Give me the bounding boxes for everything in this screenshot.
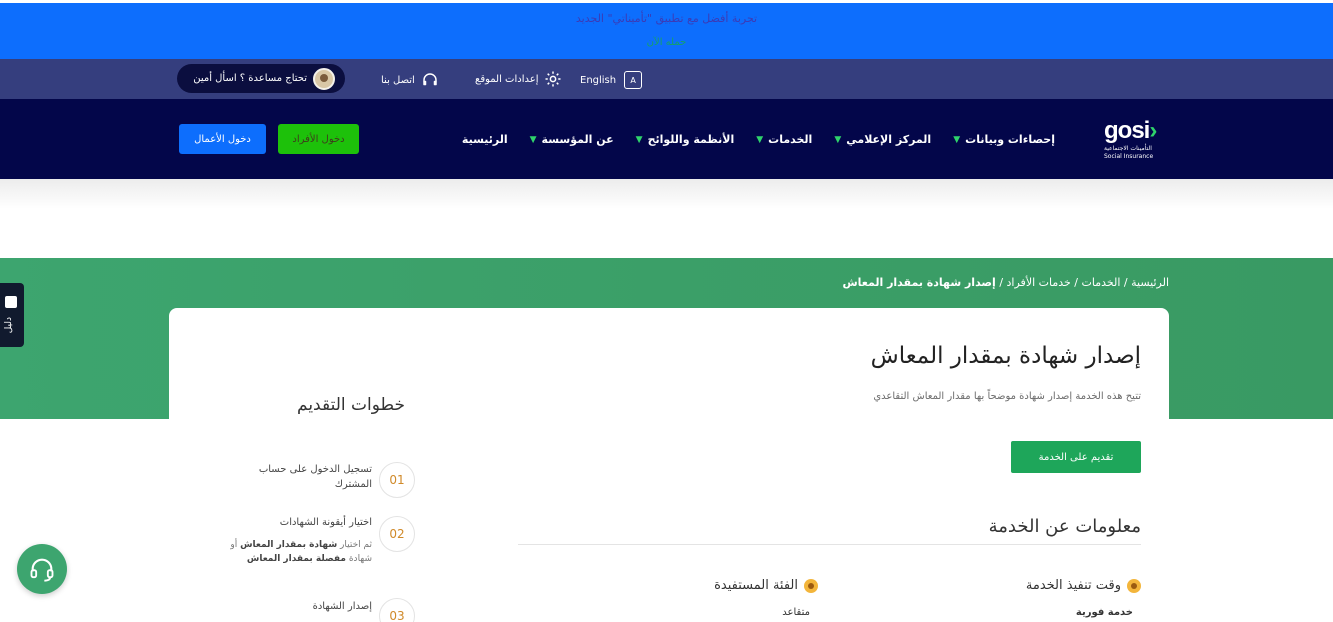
breadcrumb-separator: / — [1070, 276, 1082, 289]
nav-item-services[interactable]: الخدمات ▼ — [756, 133, 812, 146]
nav-item-about[interactable]: عن المؤسسة ▼ — [530, 133, 614, 146]
language-label: English — [580, 74, 617, 86]
chevron-down-icon: ▼ — [756, 134, 764, 145]
headset-icon — [30, 558, 54, 582]
target-group-block: الفئة المستفيدة متقاعد — [714, 578, 818, 618]
nav-menu: الرئيسية عن المؤسسة ▼ الأنظمة واللوائح ▼ ا… — [462, 133, 1055, 146]
nav-item-label: الرئيسية — [461, 133, 508, 146]
service-time-block: وقت تنفيذ الخدمة خدمة فورية — [1026, 578, 1141, 618]
ask-ameen-button[interactable]: تحتاج مساعدة ؟ اسأل أمين — [177, 64, 345, 93]
apply-service-button[interactable]: تقديم على الخدمة — [1011, 441, 1141, 473]
navbar-shadow — [0, 179, 1333, 209]
nav-item-home[interactable]: الرئيسية — [462, 133, 508, 146]
chevron-down-icon: ▼ — [635, 134, 643, 145]
chevron-down-icon: ▼ — [834, 134, 842, 145]
contact-us-label: اتصل بنا — [381, 74, 415, 86]
headset-icon — [423, 73, 437, 86]
service-info-heading: معلومات عن الخدمة — [988, 516, 1141, 537]
step-text: إصدار الشهادة — [312, 601, 372, 612]
chevron-down-icon: ▼ — [529, 134, 537, 145]
logo-wordmark: gosi — [1104, 117, 1150, 144]
nav-item-label: عن المؤسسة — [541, 133, 614, 146]
breadcrumb-individual-services[interactable]: خدمات الأفراد — [1007, 276, 1071, 289]
step-subtext-bold: مفصلة بمقدار المعاش — [246, 554, 346, 564]
language-switch[interactable]: English A — [580, 71, 643, 89]
breadcrumb-home[interactable]: الرئيسية — [1131, 276, 1169, 289]
banner-download-link[interactable]: حمله الآن — [0, 37, 1333, 48]
step-text: تسجيل الدخول على حساب المشترك — [258, 464, 372, 490]
site-settings-label: إعدادات الموقع — [475, 73, 539, 85]
target-group-label: الفئة المستفيدة — [714, 578, 798, 593]
site-settings-link[interactable]: إعدادات الموقع — [475, 70, 562, 88]
nav-item-label: الأنظمة واللوائح — [647, 133, 735, 146]
step-number: 02 — [379, 516, 415, 552]
gosi-logo[interactable]: gosi› التأمينات الاجتماعية Social Insura… — [1104, 117, 1157, 161]
logo-english-text: Social Insurance — [1104, 153, 1154, 160]
top-utility-bar: English A إعدادات الموقع اتصل بنا تحتاج … — [0, 59, 1333, 99]
gear-icon — [545, 71, 561, 87]
step-text: اختيار أيقونة الشهادات — [279, 517, 372, 528]
chevron-down-icon: ▼ — [953, 134, 961, 145]
target-icon — [804, 578, 818, 593]
step-subtext-bold: شهادة بمقدار المعاش — [240, 540, 338, 550]
ask-ameen-label: تحتاج مساعدة ؟ اسأل أمين — [193, 73, 307, 84]
nav-item-regulations[interactable]: الأنظمة واللوائح ▼ — [636, 133, 735, 146]
nav-item-statistics[interactable]: إحصاءات وبيانات ▼ — [953, 133, 1055, 146]
nav-item-label: إحصاءات وبيانات — [965, 133, 1055, 146]
breadcrumb-separator: / — [995, 276, 1007, 289]
guide-label: دليل — [4, 317, 14, 334]
step-number: 01 — [379, 462, 415, 498]
target-group-value: متقاعد — [782, 607, 810, 618]
support-chat-button[interactable] — [17, 544, 67, 594]
step-subtext: ثم اختيار شهادة بمقدار المعاش أو شهادة م… — [226, 538, 372, 566]
service-time-label: وقت تنفيذ الخدمة — [1025, 578, 1121, 593]
nav-item-label: الخدمات — [768, 133, 813, 146]
contact-us-link[interactable]: اتصل بنا — [381, 71, 439, 89]
breadcrumb-current: إصدار شهادة بمقدار المعاش — [842, 276, 996, 289]
logo-arabic-text: التأمينات الاجتماعية — [1104, 145, 1152, 152]
breadcrumb: الرئيسية / الخدمات / خدمات الأفراد / إصد… — [842, 276, 1169, 289]
breadcrumb-separator: / — [1120, 276, 1132, 289]
divider — [518, 544, 1141, 545]
page-title: إصدار شهادة بمقدار المعاش — [870, 343, 1141, 369]
logo-chevron-icon: › — [1149, 117, 1157, 144]
clock-icon — [1127, 578, 1141, 593]
service-time-value: خدمة فورية — [1075, 607, 1133, 618]
guide-side-tab[interactable]: دليل — [0, 283, 24, 347]
nav-item-media[interactable]: المركز الإعلامي ▼ — [834, 133, 931, 146]
step-subtext-part: ثم اختيار — [337, 540, 372, 550]
app-promo-banner: تجربة أفضل مع تطبيق "تأميناتي" الجديد حم… — [0, 3, 1333, 59]
translate-icon: A — [624, 71, 643, 89]
banner-promo-text: تجربة أفضل مع تطبيق "تأميناتي" الجديد — [575, 12, 758, 25]
login-individuals-button[interactable]: دخول الأفراد — [278, 124, 359, 154]
steps-heading: خطوات التقديم — [297, 395, 405, 415]
breadcrumb-services[interactable]: الخدمات — [1082, 276, 1121, 289]
login-business-button[interactable]: دخول الأعمال — [179, 124, 266, 154]
ameen-avatar — [313, 67, 335, 90]
guide-icon — [5, 296, 17, 308]
nav-item-label: المركز الإعلامي — [846, 133, 932, 146]
service-description: تتيح هذه الخدمة إصدار شهادة موضحاً بها م… — [873, 391, 1141, 402]
